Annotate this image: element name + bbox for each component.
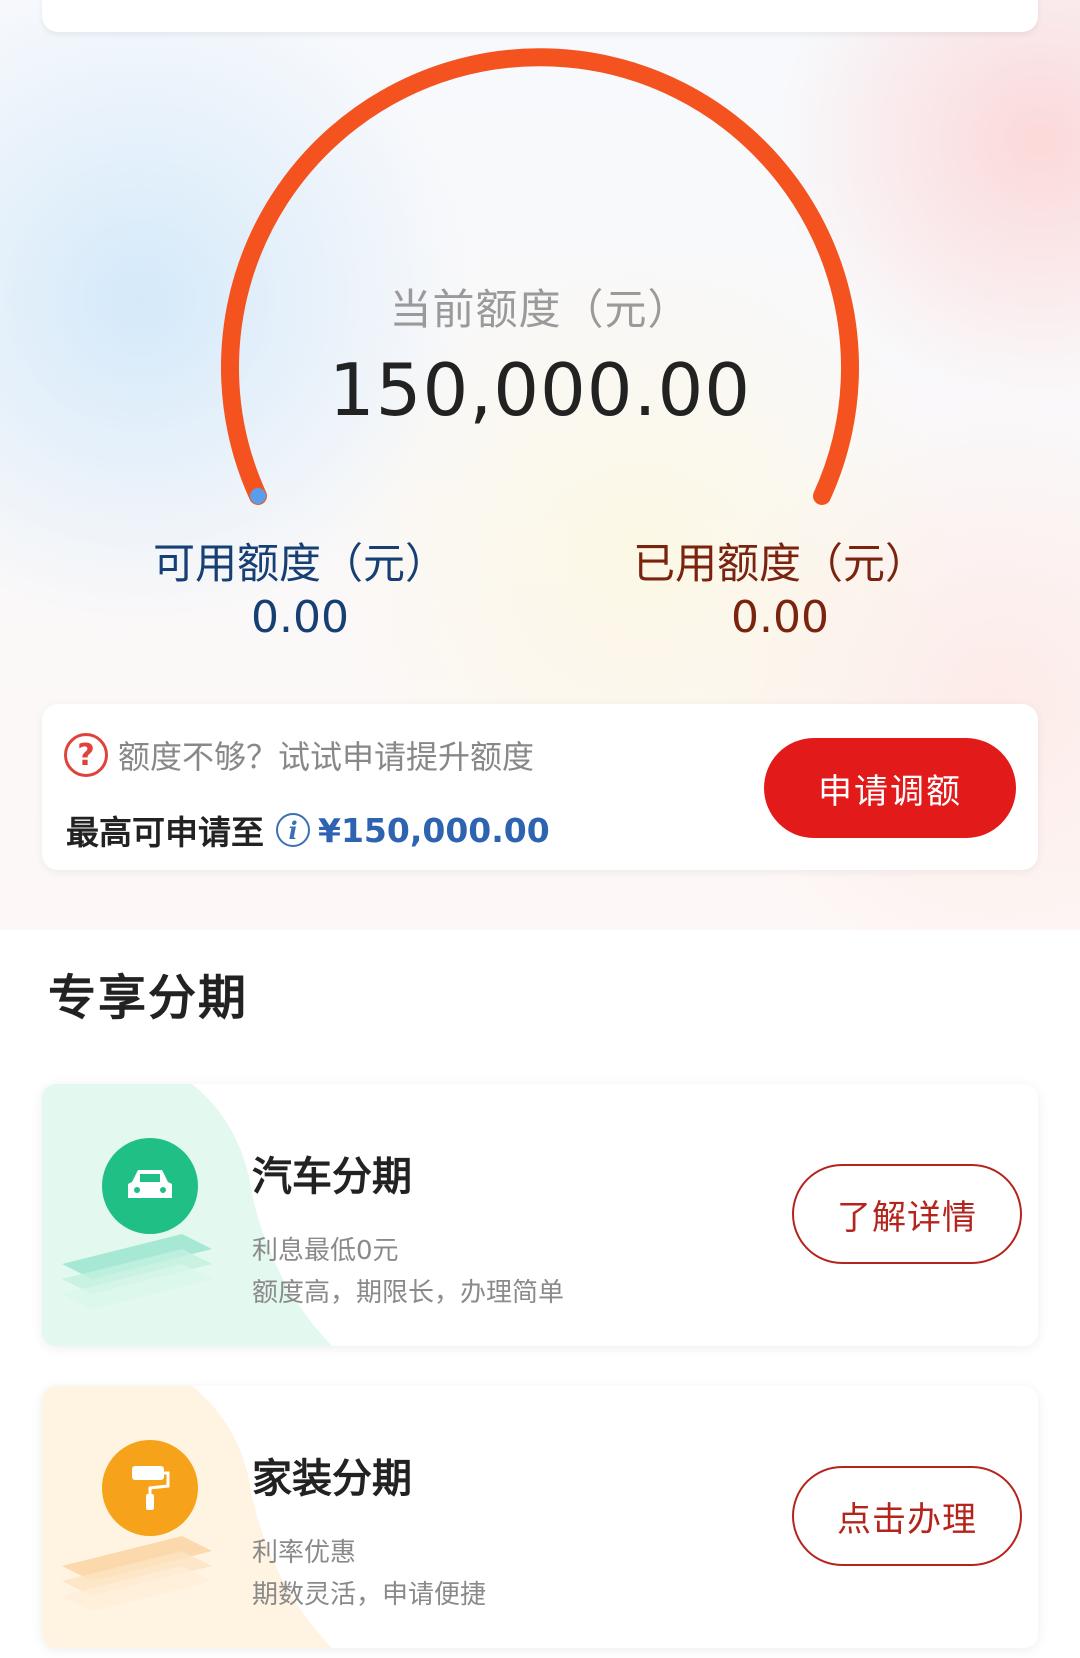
used-limit-value: 0.00 [731, 592, 829, 643]
product-desc-secondary: 额度高，期限长，办理简单 [252, 1278, 565, 1308]
current-limit-label: 当前额度（元） [389, 285, 691, 334]
max-apply-label: 最高可申请至 [66, 813, 264, 852]
max-apply-row: 最高可申请至 i ¥150,000.00 [66, 806, 550, 854]
product-desc-primary: 利息最低0元 [252, 1236, 399, 1266]
raise-tip: ? 额度不够？试试申请提升额度 [64, 732, 534, 778]
question-icon: ? [64, 733, 108, 777]
available-limit-label: 可用额度（元） [152, 539, 447, 588]
apply-adjust-button[interactable]: 申请调额 [764, 738, 1016, 838]
credit-gauge [221, 48, 859, 505]
raise-limit-card: ? 额度不够？试试申请提升额度 最高可申请至 i ¥150,000.00 申请调… [42, 704, 1038, 870]
used-limit-label: 已用额度（元） [632, 539, 927, 588]
learn-more-button[interactable]: 了解详情 [792, 1164, 1022, 1264]
apply-now-button[interactable]: 点击办理 [792, 1466, 1022, 1566]
product-title: 家装分期 [252, 1456, 412, 1502]
product-title: 汽车分期 [252, 1154, 412, 1200]
current-limit-value: 150,000.00 [328, 348, 752, 432]
product-desc-secondary: 期数灵活，申请便捷 [252, 1580, 487, 1610]
section-title: 专享分期 [48, 970, 249, 1026]
product-card-home-decor-loan[interactable]: 家装分期 利率优惠 期数灵活，申请便捷 点击办理 [42, 1386, 1038, 1648]
gauge-start-dot [250, 488, 266, 504]
product-card-car-loan[interactable]: 汽车分期 利息最低0元 额度高，期限长，办理简单 了解详情 [42, 1084, 1038, 1346]
paint-roller-icon [102, 1440, 198, 1536]
raise-tip-text: 额度不够？试试申请提升额度 [118, 738, 535, 776]
product-desc-primary: 利率优惠 [252, 1538, 357, 1568]
car-icon [102, 1138, 198, 1234]
info-icon[interactable]: i [276, 813, 310, 847]
available-limit-value: 0.00 [251, 592, 349, 643]
max-apply-amount: ¥150,000.00 [318, 810, 550, 850]
